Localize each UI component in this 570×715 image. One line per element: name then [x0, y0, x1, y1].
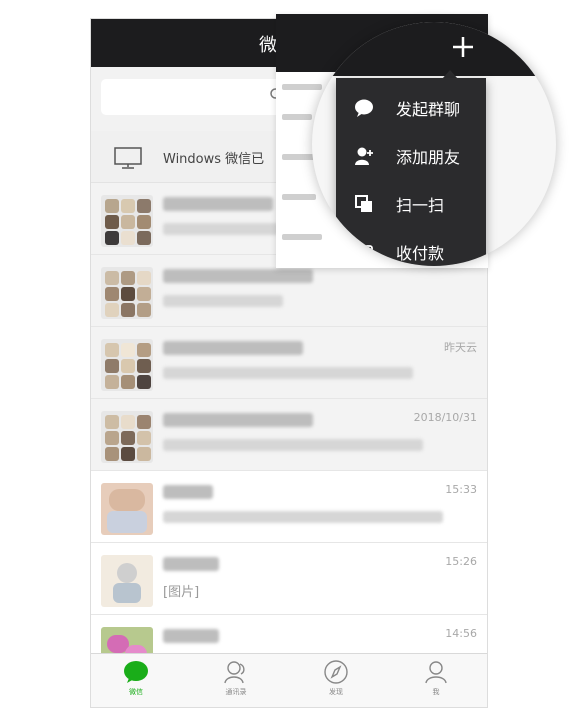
menu-item-label: 扫一扫 — [396, 196, 445, 215]
avatar — [101, 483, 153, 535]
contact-name — [163, 629, 219, 643]
contact-name — [163, 557, 219, 571]
chat-bubble-icon — [124, 661, 148, 683]
magnified-top-bar — [312, 22, 556, 76]
tab-label: 我 — [432, 688, 440, 696]
message-preview — [163, 223, 293, 235]
tab-label: 微信 — [129, 688, 143, 696]
person-icon — [425, 661, 447, 684]
tab-me[interactable]: 我 — [391, 660, 481, 706]
tab-discover[interactable]: 发现 — [291, 660, 381, 706]
chat-row[interactable]: 昨天云 — [91, 327, 487, 399]
inset-list-line — [282, 234, 322, 240]
avatar — [101, 195, 153, 247]
plus-popup-menu: 发起群聊 添加朋友 扫一扫 收付款 — [336, 78, 486, 266]
avatar — [101, 267, 153, 319]
chat-row[interactable]: 15:33 — [91, 471, 487, 543]
chat-time: 14:56 — [445, 627, 477, 640]
contact-name — [163, 341, 303, 355]
search-input[interactable] — [101, 79, 284, 115]
payment-icon — [355, 245, 373, 259]
inset-list-line — [282, 84, 322, 90]
chat-time: 15:33 — [445, 483, 477, 496]
tab-chats[interactable]: 微信 — [91, 660, 181, 706]
contact-name — [163, 197, 273, 211]
plus-icon[interactable] — [452, 36, 474, 58]
magnifier-circle: 发起群聊 添加朋友 扫一扫 收付款 — [312, 22, 556, 266]
chat-time: 2018/10/31 — [413, 411, 477, 424]
contact-name — [163, 485, 213, 499]
message-preview — [163, 439, 423, 451]
message-preview — [163, 295, 283, 307]
page-title: 微 — [259, 35, 277, 56]
avatar — [101, 555, 153, 607]
menu-item-group-chat[interactable]: 发起群聊 — [336, 84, 486, 132]
monitor-icon — [114, 147, 142, 169]
menu-item-label: 发起群聊 — [396, 100, 461, 119]
chat-row[interactable]: 2018/10/31 — [91, 399, 487, 471]
menu-item-label: 收付款 — [396, 244, 445, 263]
chat-time: 15:26 — [445, 555, 477, 568]
avatar — [101, 339, 153, 391]
contact-name — [163, 413, 313, 427]
message-preview — [163, 367, 413, 379]
menu-item-add-friend[interactable]: 添加朋友 — [336, 132, 486, 180]
scan-icon — [355, 195, 372, 212]
tab-label: 发现 — [329, 688, 343, 696]
contacts-icon — [224, 661, 245, 684]
menu-item-scan[interactable]: 扫一扫 — [336, 180, 486, 228]
tab-contacts[interactable]: 通讯录 — [191, 660, 281, 706]
menu-item-label: 添加朋友 — [396, 148, 461, 167]
windows-login-label: Windows 微信已 — [163, 152, 265, 167]
chat-time: 昨天云 — [444, 341, 477, 354]
inset-list-line — [282, 114, 312, 120]
contact-name — [163, 269, 313, 283]
menu-item-payment[interactable]: 收付款 — [336, 228, 486, 266]
inset-list-line — [282, 194, 316, 200]
compass-icon — [324, 660, 348, 684]
avatar — [101, 411, 153, 463]
tab-label: 通讯录 — [225, 688, 247, 696]
message-preview: [图片] — [163, 585, 200, 600]
bottom-tab-bar: 微信 通讯录 发现 我 — [91, 653, 487, 707]
message-preview — [163, 511, 443, 523]
chat-row[interactable]: [图片] 15:26 — [91, 543, 487, 615]
add-friend-icon — [355, 147, 373, 165]
chat-bubble-icon — [355, 99, 373, 117]
